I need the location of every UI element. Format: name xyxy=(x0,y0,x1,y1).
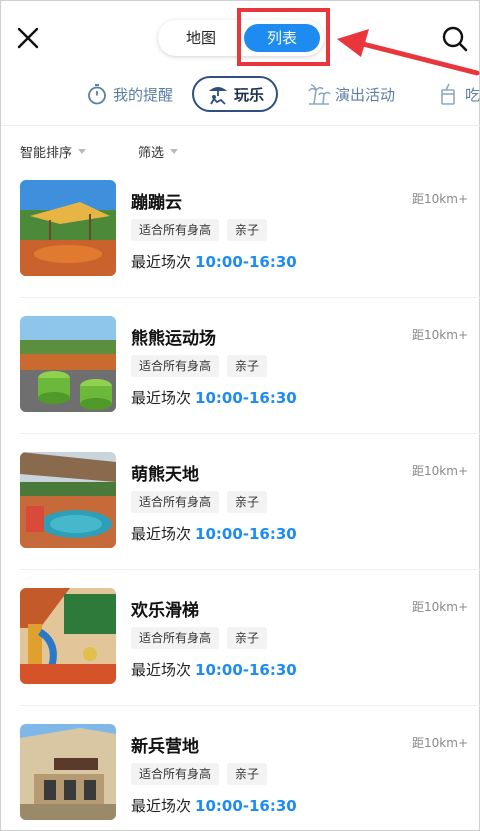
item-distance: 距10km+ xyxy=(412,736,468,750)
caret-down-icon xyxy=(170,149,179,154)
session-time: 10:00-16:30 xyxy=(195,797,297,815)
session-time: 10:00-16:30 xyxy=(195,661,297,679)
tag-family: 亲子 xyxy=(227,491,268,513)
item-name: 新兵营地 xyxy=(131,737,199,757)
attraction-thumbnail xyxy=(20,180,116,276)
annotation-highlight-box xyxy=(237,8,330,66)
item-distance: 距10km+ xyxy=(412,600,468,614)
session-label: 最近场次 xyxy=(131,661,192,679)
list-item[interactable]: 欢乐滑梯 距10km+ 适合所有身高 亲子 最近场次 10:00-16:30 xyxy=(1,588,480,723)
item-name: 萌熊天地 xyxy=(131,465,199,485)
list-item[interactable]: 萌熊天地 距10km+ 适合所有身高 亲子 最近场次 10:00-16:30 xyxy=(1,452,480,587)
item-distance: 距10km+ xyxy=(412,192,468,206)
list-item[interactable]: 蹦蹦云 距10km+ 适合所有身高 亲子 最近场次 10:00-16:30 xyxy=(1,180,480,315)
tag-family: 亲子 xyxy=(227,355,268,377)
tab-food-label: 吃 xyxy=(465,85,480,104)
tag-family: 亲子 xyxy=(227,219,268,241)
item-name: 熊熊运动场 xyxy=(131,329,216,349)
item-session: 最近场次 10:00-16:30 xyxy=(131,795,297,816)
tag-height: 适合所有身高 xyxy=(131,763,220,785)
map-view-tab[interactable]: 地图 xyxy=(158,20,244,56)
session-time: 10:00-16:30 xyxy=(195,525,297,543)
item-distance: 距10km+ xyxy=(412,328,468,342)
umbrella-person-icon xyxy=(209,87,227,105)
tag-family: 亲子 xyxy=(227,627,268,649)
stopwatch-icon xyxy=(88,84,106,105)
drink-cup-icon xyxy=(441,83,455,105)
filter-label: 筛选 xyxy=(138,146,165,161)
session-label: 最近场次 xyxy=(131,389,192,407)
item-session: 最近场次 10:00-16:30 xyxy=(131,387,297,408)
attraction-thumbnail xyxy=(20,724,116,820)
tab-food[interactable]: 吃 xyxy=(437,76,480,112)
tag-height: 适合所有身高 xyxy=(131,491,220,513)
session-label: 最近场次 xyxy=(131,525,192,543)
search-icon[interactable] xyxy=(439,23,471,55)
item-tags: 适合所有身高 亲子 xyxy=(131,763,275,785)
tab-play-label: 玩乐 xyxy=(234,85,265,104)
session-time: 10:00-16:30 xyxy=(195,389,297,407)
top-bar: 地图 列表 xyxy=(1,1,480,76)
tag-height: 适合所有身高 xyxy=(131,355,220,377)
smart-sort-label: 智能排序 xyxy=(20,146,73,161)
tab-reminders[interactable]: 我的提醒 xyxy=(85,76,173,112)
tag-height: 适合所有身高 xyxy=(131,219,220,241)
item-distance: 距10km+ xyxy=(412,464,468,478)
attraction-thumbnail xyxy=(20,588,116,684)
smart-sort-dropdown[interactable]: 智能排序 xyxy=(20,142,87,161)
filter-dropdown[interactable]: 筛选 xyxy=(138,142,179,161)
divider xyxy=(1,125,480,126)
tab-reminders-label: 我的提醒 xyxy=(113,85,174,104)
divider xyxy=(20,297,480,298)
tab-shows-label: 演出活动 xyxy=(335,85,396,104)
close-icon[interactable] xyxy=(13,23,43,53)
divider xyxy=(20,705,480,706)
item-name: 蹦蹦云 xyxy=(131,193,182,213)
divider xyxy=(20,569,480,570)
session-label: 最近场次 xyxy=(131,253,192,271)
divider xyxy=(20,433,480,434)
item-session: 最近场次 10:00-16:30 xyxy=(131,251,297,272)
item-tags: 适合所有身高 亲子 xyxy=(131,219,275,241)
tag-family: 亲子 xyxy=(227,763,268,785)
attraction-thumbnail xyxy=(20,452,116,548)
palm-trees-icon xyxy=(308,84,331,105)
tab-shows[interactable]: 演出活动 xyxy=(307,76,395,112)
list-item[interactable]: 熊熊运动场 距10km+ 适合所有身高 亲子 最近场次 10:00-16:30 xyxy=(1,316,480,451)
sort-filter-bar: 智能排序 筛选 xyxy=(1,132,480,168)
item-session: 最近场次 10:00-16:30 xyxy=(131,659,297,680)
category-tabs: 我的提醒 玩乐 演出活动 吃 xyxy=(1,73,480,121)
item-tags: 适合所有身高 亲子 xyxy=(131,627,275,649)
tab-play[interactable]: 玩乐 xyxy=(192,76,279,112)
item-tags: 适合所有身高 亲子 xyxy=(131,491,275,513)
caret-down-icon xyxy=(78,149,87,154)
tag-height: 适合所有身高 xyxy=(131,627,220,649)
session-label: 最近场次 xyxy=(131,797,192,815)
attraction-thumbnail xyxy=(20,316,116,412)
item-tags: 适合所有身高 亲子 xyxy=(131,355,275,377)
session-time: 10:00-16:30 xyxy=(195,253,297,271)
item-name: 欢乐滑梯 xyxy=(131,601,199,621)
item-session: 最近场次 10:00-16:30 xyxy=(131,523,297,544)
list-item[interactable]: 新兵营地 距10km+ 适合所有身高 亲子 最近场次 10:00-16:30 xyxy=(1,724,480,831)
